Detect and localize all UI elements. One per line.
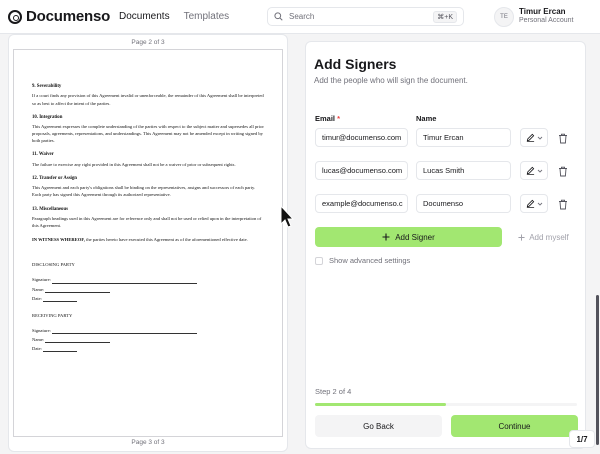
signature-line (43, 298, 78, 302)
section-heading: 10. Integration (32, 114, 63, 120)
document-viewer[interactable]: Page 2 of 3 9. Severability If a court f… (8, 34, 288, 452)
signer-email-field[interactable]: lucas@documenso.com (315, 161, 408, 180)
section-heading: 12. Transfer or Assign (32, 175, 77, 181)
search-shortcut: ⌘+K (433, 10, 457, 23)
advanced-settings-label: Show advanced settings (329, 256, 411, 265)
email-label-text: Email (315, 114, 336, 123)
top-bar: Documenso Documents Templates Search ⌘+K… (0, 0, 600, 34)
page-counter[interactable]: 1/7 (569, 430, 595, 448)
sig-field-label: Name: (32, 286, 45, 292)
section-text: This Agreement expresses the complete un… (32, 124, 264, 144)
page-label-top: Page 2 of 3 (131, 39, 165, 46)
step-progress-fill (315, 403, 446, 406)
main-nav: Documents Templates (119, 11, 229, 22)
search-input[interactable]: Search ⌘+K (267, 7, 464, 26)
pen-icon (526, 199, 534, 208)
avatar[interactable]: TE (494, 7, 514, 27)
step-progress-bar (315, 403, 577, 406)
remove-signer-button[interactable] (556, 131, 570, 145)
search-icon (274, 12, 283, 21)
panel-subtitle: Add the people who will sign the documen… (314, 76, 468, 85)
signer-role-select[interactable] (520, 161, 548, 180)
mouse-cursor-icon (280, 205, 294, 228)
plus-icon (518, 233, 525, 241)
chevron-down-icon (537, 169, 542, 173)
pen-icon (526, 133, 534, 142)
witness-paragraph: IN WITNESS WHEREOF, the parties hereto h… (32, 236, 264, 243)
add-signer-label: Add Signer (395, 232, 435, 242)
search-placeholder: Search (289, 12, 315, 21)
user-menu[interactable]: Timur Ercan Personal Account (519, 7, 574, 24)
signer-name-field[interactable]: Lucas Smith (416, 161, 511, 180)
email-label: Email * (315, 114, 340, 123)
signature-block: Signature: Name: Date: (32, 276, 264, 302)
signature-line (45, 339, 111, 344)
signature-line (45, 289, 111, 293)
step-indicator: Step 2 of 4 (315, 387, 352, 396)
page-label-bottom: Page 3 of 3 (131, 439, 165, 446)
remove-signer-button[interactable] (556, 164, 570, 178)
add-myself-button[interactable]: Add myself (511, 227, 576, 247)
signature-line (43, 348, 78, 353)
chevron-down-icon (537, 202, 542, 206)
sig-field-label: Date: (32, 346, 42, 352)
signature-line (52, 280, 198, 284)
trash-icon (559, 199, 567, 209)
section-text: This Agreement and each party's obligati… (32, 185, 256, 198)
signer-role-select[interactable] (520, 194, 548, 213)
scrollbar-thumb[interactable] (596, 295, 599, 445)
section-heading: 11. Waiver (32, 152, 54, 158)
advanced-settings-toggle[interactable]: Show advanced settings (315, 256, 410, 265)
witness-text: the parties hereto have executed this Ag… (84, 237, 248, 243)
section-heading: 13. Miscellaneous (32, 206, 68, 212)
add-signers-panel: Add Signers Add the people who will sign… (305, 41, 586, 449)
sig-field-label: Signature: (32, 277, 51, 283)
trash-icon (559, 166, 567, 176)
sig-field-label: Signature: (32, 327, 51, 333)
signature-block: Signature: Name: Date: (32, 327, 264, 353)
section-text: The failure to exercise any right provid… (32, 161, 236, 167)
name-label: Name (416, 114, 437, 123)
logo-icon (8, 9, 22, 24)
pen-icon (526, 166, 534, 175)
user-name: Timur Ercan (519, 7, 566, 16)
signer-email-field[interactable]: timur@documenso.com (315, 128, 408, 147)
signer-name-field[interactable]: Documenso (416, 194, 511, 213)
signer-name-field[interactable]: Timur Ercan (416, 128, 511, 147)
plus-icon (382, 233, 390, 241)
party-label: DISCLOSING PARTY (32, 262, 75, 268)
witness-bold: IN WITNESS WHEREOF, (32, 237, 85, 243)
required-mark: * (337, 114, 341, 123)
document-page: 9. Severability If a court finds any pro… (13, 49, 283, 437)
signature-line (52, 330, 198, 334)
nav-documents[interactable]: Documents (119, 11, 170, 22)
section-text: If a court finds any provision of this A… (32, 93, 264, 106)
remove-signer-button[interactable] (556, 197, 570, 211)
nav-templates[interactable]: Templates (184, 11, 230, 22)
go-back-button[interactable]: Go Back (315, 415, 442, 437)
user-account: Personal Account (519, 16, 574, 24)
continue-button[interactable]: Continue (451, 415, 578, 437)
panel-title: Add Signers (314, 56, 397, 72)
signer-email-field[interactable]: example@documenso.c (315, 194, 408, 213)
sig-field-label: Date: (32, 295, 42, 301)
section-heading: 9. Severability (32, 84, 62, 89)
advanced-settings-checkbox[interactable] (315, 256, 323, 265)
logo-text: Documenso (26, 8, 111, 25)
logo[interactable]: Documenso (8, 8, 110, 25)
sig-field-label: Name: (32, 336, 45, 342)
chevron-down-icon (537, 136, 542, 140)
signer-role-select[interactable] (520, 128, 548, 147)
add-signer-button[interactable]: Add Signer (315, 227, 502, 247)
section-text: Paragraph headings used in this Agreemen… (32, 215, 262, 229)
trash-icon (559, 133, 567, 143)
add-myself-label: Add myself (529, 232, 569, 242)
party-label: RECEIVING PARTY (32, 312, 73, 318)
